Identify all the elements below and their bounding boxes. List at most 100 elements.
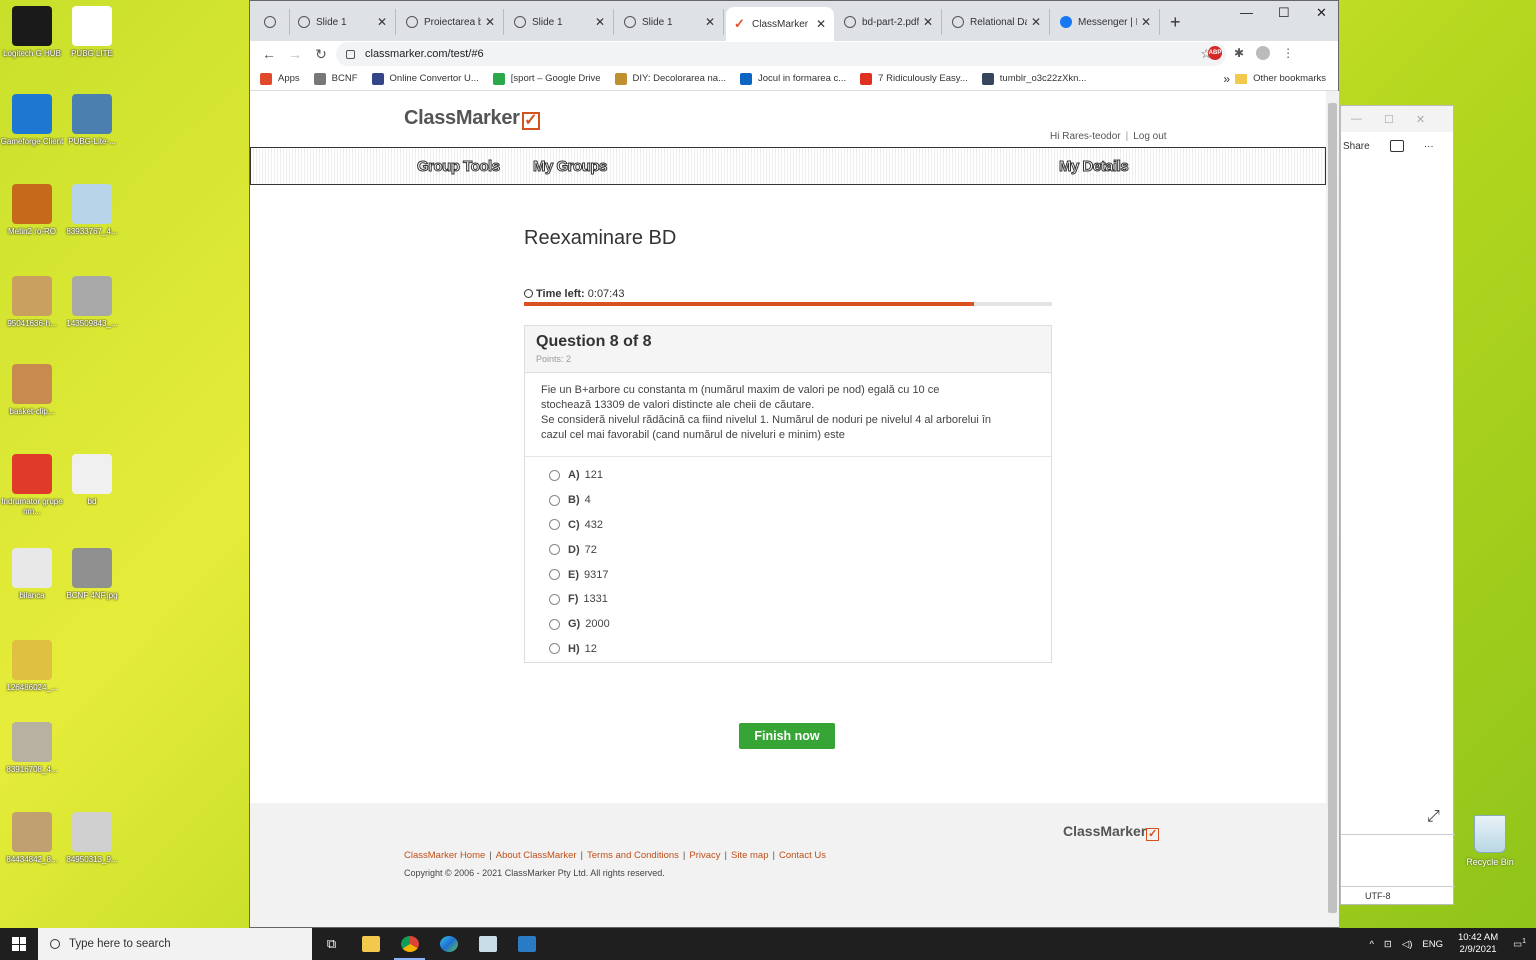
desktop-icon[interactable]: 83933767_4... xyxy=(60,184,124,247)
expand-icon[interactable]: ⤢ xyxy=(1427,808,1440,826)
close-window-button[interactable]: ✕ xyxy=(1316,5,1327,21)
close-tab-icon[interactable]: ✕ xyxy=(485,15,495,29)
desktop-icon[interactable]: 83916708_4... xyxy=(0,722,64,785)
close-tab-icon[interactable]: ✕ xyxy=(816,17,826,31)
taskbar-search[interactable]: Type here to search xyxy=(38,928,312,960)
nav-my-groups[interactable]: My Groups xyxy=(533,158,608,176)
forward-icon[interactable]: → xyxy=(284,46,306,62)
answer-option[interactable]: H) 12 xyxy=(549,637,1051,662)
bookmark-item[interactable]: Jocul in formarea c... xyxy=(740,72,846,85)
footer-link[interactable]: Privacy xyxy=(689,850,720,861)
browser-tab[interactable]: Slide 1 ✕ xyxy=(506,9,614,35)
answer-radio[interactable] xyxy=(549,643,560,655)
answer-radio[interactable] xyxy=(549,469,560,481)
finish-now-button[interactable]: Finish now xyxy=(739,723,835,749)
desktop-icon[interactable]: 143509843_... xyxy=(60,276,124,339)
extensions-icon[interactable]: ✱ xyxy=(1234,46,1244,60)
answer-option[interactable]: E) 9317 xyxy=(549,562,1051,587)
network-icon[interactable]: ⊡ xyxy=(1384,939,1392,950)
new-tab-button[interactable]: + xyxy=(1170,12,1181,33)
desktop-icon[interactable]: BCNF 4NF.jpg xyxy=(60,548,124,611)
footer-link[interactable]: Terms and Conditions xyxy=(587,850,679,861)
recycle-bin[interactable]: Recycle Bin xyxy=(1462,815,1518,867)
answer-option[interactable]: A) 121 xyxy=(549,463,1051,488)
bookmark-item[interactable]: DIY: Decolorarea na... xyxy=(614,72,726,85)
answer-radio[interactable] xyxy=(549,569,560,581)
address-bar[interactable]: classmarker.com/test/#6 ☆ xyxy=(336,42,1226,66)
bookmark-item[interactable]: BCNF xyxy=(313,72,358,85)
browser-tab[interactable]: ✓ ClassMarker ✕ xyxy=(726,7,834,41)
more-options-button[interactable]: ··· xyxy=(1424,141,1434,152)
scrollbar-thumb[interactable] xyxy=(1328,103,1337,913)
logout-link[interactable]: Log out xyxy=(1133,131,1166,142)
browser-tab[interactable]: Slide 1 ✕ xyxy=(290,9,396,35)
desktop-icon[interactable]: Indrumator grupe nm... xyxy=(0,454,64,517)
close-tab-icon[interactable]: ✕ xyxy=(1031,15,1041,29)
maximize-button[interactable]: ☐ xyxy=(1278,5,1290,21)
desktop-icon[interactable]: basket-clip... xyxy=(0,364,64,427)
desktop-icon[interactable]: 84434842_8... xyxy=(0,812,64,875)
minimize-button[interactable]: — xyxy=(1240,5,1253,20)
taskbar-app-2[interactable] xyxy=(507,928,546,960)
desktop-icon[interactable]: Logitech G HUB xyxy=(0,6,64,69)
menu-icon[interactable]: ⋮ xyxy=(1282,46,1294,60)
browser-tab[interactable]: bd-part-2.pdf ✕ xyxy=(836,9,942,35)
desktop-icon[interactable]: PUBG LITE xyxy=(60,6,124,69)
taskbar-edge[interactable] xyxy=(429,928,468,960)
adblock-icon[interactable]: ABP xyxy=(1208,46,1222,60)
bookmark-item[interactable]: Apps xyxy=(260,72,300,85)
task-view-button[interactable]: ⧉ xyxy=(312,928,351,960)
profile-avatar[interactable] xyxy=(1256,46,1271,60)
browser-tab[interactable]: Proiectarea b ✕ xyxy=(398,9,504,35)
print-icon[interactable] xyxy=(1389,140,1404,152)
close-tab-icon[interactable]: ✕ xyxy=(923,15,933,29)
footer-link[interactable]: Contact Us xyxy=(779,850,826,861)
bookmark-item[interactable]: Online Convertor U... xyxy=(371,72,479,85)
browser-tab[interactable] xyxy=(256,9,290,35)
bookmark-item[interactable]: 7 Ridiculously Easy... xyxy=(860,72,968,85)
language-indicator[interactable]: ENG xyxy=(1422,939,1443,950)
answer-radio[interactable] xyxy=(549,618,560,630)
close-tab-icon[interactable]: ✕ xyxy=(377,15,387,29)
footer-link[interactable]: Site map xyxy=(731,850,769,861)
nav-my-details[interactable]: My Details xyxy=(1058,158,1129,176)
other-bookmarks[interactable]: Other bookmarks xyxy=(1235,73,1326,84)
scrollbar[interactable] xyxy=(1326,91,1339,927)
desktop-icon[interactable]: 126486024_... xyxy=(0,640,64,703)
browser-tab[interactable]: Relational Da ✕ xyxy=(944,9,1050,35)
taskbar-file-explorer[interactable] xyxy=(351,928,390,960)
answer-radio[interactable] xyxy=(549,544,560,556)
answer-option[interactable]: D) 72 xyxy=(549,537,1051,562)
footer-link[interactable]: About ClassMarker xyxy=(496,850,577,861)
bookmark-item[interactable]: tumblr_o3c22zXkn... xyxy=(981,72,1086,85)
footer-link[interactable]: ClassMarker Home xyxy=(404,850,485,861)
reload-icon[interactable]: ↻ xyxy=(310,46,332,63)
desktop-icon[interactable]: Gameforge Client xyxy=(0,94,64,157)
desktop-icon[interactable]: 84950313_9... xyxy=(60,812,124,875)
footer-logo[interactable]: ClassMarker ✓ xyxy=(1063,823,1160,841)
bookmark-item[interactable]: [sport – Google Drive xyxy=(492,72,601,85)
classmarker-logo[interactable]: ClassMarker ✓ xyxy=(404,107,540,130)
nav-group-tools[interactable]: Group Tools xyxy=(417,158,501,176)
close-tab-icon[interactable]: ✕ xyxy=(595,15,605,29)
taskbar-app[interactable] xyxy=(468,928,507,960)
desktop-icon[interactable]: PUBG-Lite-... xyxy=(60,94,124,157)
answer-radio[interactable] xyxy=(549,494,560,506)
desktop-icon[interactable]: Metin2 ro-RO xyxy=(0,184,64,247)
notification-icon[interactable]: ▭1 xyxy=(1513,938,1526,950)
back-icon[interactable]: ← xyxy=(258,46,280,62)
taskbar-clock[interactable]: 10:42 AM 2/9/2021 xyxy=(1458,932,1498,956)
answer-option[interactable]: F) 1331 xyxy=(549,587,1051,612)
answer-option[interactable]: C) 432 xyxy=(549,513,1051,538)
close-tab-icon[interactable]: ✕ xyxy=(1141,15,1151,29)
taskbar-chrome[interactable] xyxy=(390,928,429,960)
browser-tab[interactable]: Slide 1 ✕ xyxy=(616,9,724,35)
browser-tab[interactable]: Messenger | F ✕ xyxy=(1052,9,1160,35)
desktop-icon[interactable]: 95041636-h... xyxy=(0,276,64,339)
bookmarks-overflow-button[interactable]: » xyxy=(1223,72,1230,86)
tray-chevron-icon[interactable]: ^ xyxy=(1369,939,1373,950)
answer-radio[interactable] xyxy=(549,519,560,531)
desktop-icon[interactable]: bilanca xyxy=(0,548,64,611)
answer-option[interactable]: G) 2000 xyxy=(549,612,1051,637)
answer-option[interactable]: B) 4 xyxy=(549,488,1051,513)
